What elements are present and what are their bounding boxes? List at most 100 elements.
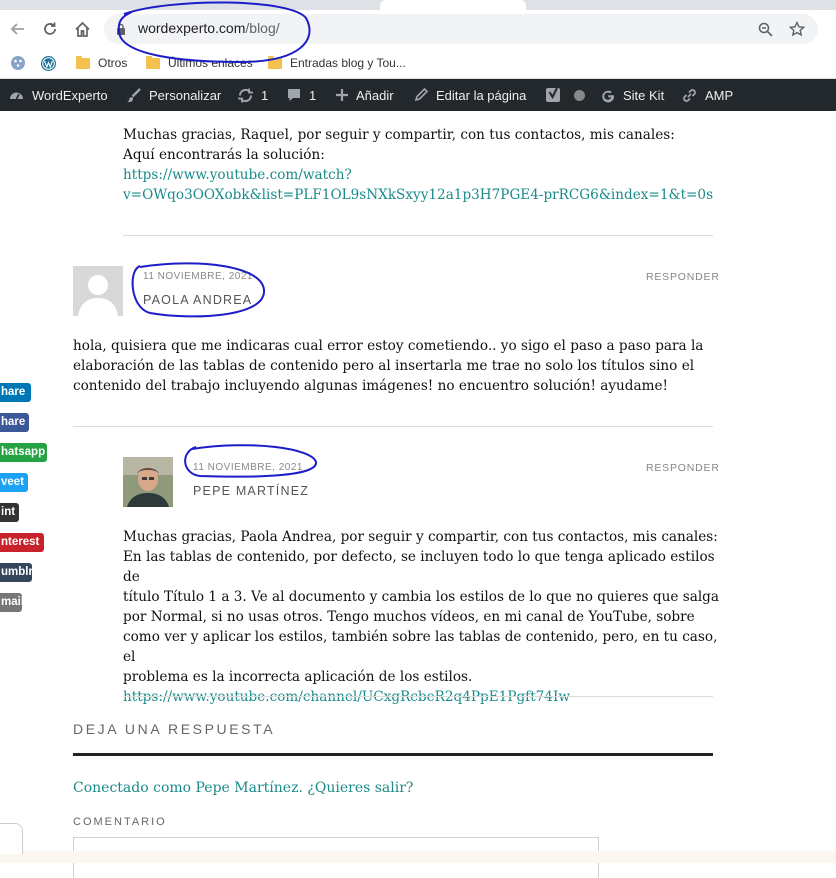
zoom-out-icon	[758, 22, 773, 37]
comment-line: título Título 1 a 3. Ve al documento y c…	[123, 589, 719, 605]
comment-line: Muchas gracias, Raquel, por seguir y com…	[123, 127, 675, 143]
comment-line: por Normal, si no usas otros. Tengo much…	[123, 609, 695, 625]
home-button[interactable]	[68, 15, 96, 43]
admin-add-new[interactable]: Añadir	[335, 79, 394, 111]
arrow-left-icon	[10, 23, 24, 35]
admin-comments[interactable]: 1	[286, 79, 316, 111]
corner-tab[interactable]	[0, 823, 23, 854]
admin-item-label: Añadir	[356, 87, 394, 103]
avatar	[73, 266, 123, 316]
comment-line: contenido del trabajo incluyendo algunas…	[73, 378, 668, 394]
yoast-seo-icon	[546, 87, 560, 102]
page-content: Muchas gracias, Raquel, por seguir y com…	[0, 111, 836, 878]
comment-divider	[73, 426, 713, 427]
avatar	[123, 457, 173, 507]
home-icon	[74, 21, 90, 37]
comment-body-first-reply: Muchas gracias, Raquel, por seguir y com…	[123, 125, 723, 205]
share-button[interactable]: mail	[0, 593, 22, 612]
bookmark-folder-ultimos[interactable]: Últimos enlaces	[146, 53, 253, 73]
bookmark-folder-entradas[interactable]: Entradas blog y Tou...	[268, 53, 406, 73]
reply-button[interactable]: RESPONDER	[646, 271, 720, 283]
comment-bubble-icon	[288, 89, 300, 101]
reload-icon	[44, 22, 56, 35]
address-bar[interactable]: wordexperto.com/blog/	[104, 14, 818, 44]
share-button[interactable]: hare	[0, 383, 31, 402]
logout-link[interactable]: ¿Quieres salir?	[307, 780, 413, 796]
star-icon	[789, 21, 805, 37]
comment-line: problema es la incorrecta aplicación de …	[123, 669, 473, 685]
heading-underline	[73, 753, 713, 756]
comment-divider	[123, 696, 713, 697]
comment-author: PEPE MARTÍNEZ	[193, 484, 310, 498]
comment-date: 11 NOVIEMBRE, 2021	[193, 462, 303, 473]
wp-admin-bar: WordExperto Personalizar 1 1 Añadir Edit…	[0, 79, 836, 111]
paintbrush-icon	[127, 88, 141, 103]
link-line: https://www.youtube.com/watch?	[123, 167, 352, 183]
admin-updates[interactable]: 1	[237, 79, 268, 111]
youtube-channel-link[interactable]: https://www.youtube.com/channel/UCxgRcbe…	[123, 687, 723, 707]
bookmark-label: Entradas blog y Tou...	[290, 56, 406, 70]
lock-icon	[117, 23, 125, 35]
wordpress-icon	[41, 55, 56, 71]
pencil-icon	[414, 87, 429, 102]
comment-divider	[123, 235, 713, 236]
profile-link[interactable]: Conectado como Pepe Martínez.	[73, 780, 303, 796]
bottom-strip	[0, 851, 836, 863]
link-line: v=OWqo3OOXobk&list=PLF1OL9sNXkSxyy12a1p3…	[123, 187, 714, 203]
google-g-icon	[602, 90, 615, 103]
default-user-icon	[78, 275, 118, 316]
logged-in-notice: Conectado como Pepe Martínez. ¿Quieres s…	[73, 778, 413, 798]
share-button[interactable]: veet	[0, 473, 28, 492]
bookmark-label: Otros	[98, 56, 128, 70]
browser-toolbar: wordexperto.com/blog/	[0, 10, 836, 48]
folder-icon	[268, 55, 282, 69]
comment-body-pepe: Muchas gracias, Paola Andrea, por seguir…	[123, 527, 723, 707]
zoom-button[interactable]	[754, 18, 776, 40]
bookmark-apps[interactable]	[10, 53, 26, 73]
url-path: /blog/	[245, 20, 280, 36]
dashboard-gauge-icon	[10, 92, 23, 99]
share-button[interactable]: hatsapp	[0, 443, 47, 462]
link-chain-icon	[683, 88, 696, 102]
comments-count: 1	[309, 87, 317, 103]
reload-button[interactable]	[36, 15, 64, 43]
admin-amp[interactable]: AMP	[681, 79, 733, 111]
bookmark-label: Últimos enlaces	[168, 56, 253, 70]
admin-customize[interactable]: Personalizar	[126, 79, 221, 111]
comment-date: 11 NOVIEMBRE, 2021	[143, 271, 253, 282]
reply-button[interactable]: RESPONDER	[646, 462, 720, 474]
youtube-watch-link[interactable]: https://www.youtube.com/watch? v=OWqo3OO…	[123, 165, 723, 205]
bookmark-folder-otros[interactable]: Otros	[76, 53, 127, 73]
comment-line: Aquí encontrarás la solución:	[123, 147, 325, 163]
url-text[interactable]: wordexperto.com/blog/	[138, 20, 280, 36]
admin-item-label: WordExperto	[32, 87, 108, 103]
active-tab[interactable]	[380, 0, 526, 10]
admin-site-name[interactable]: WordExperto	[8, 79, 108, 111]
comment-body-paola: hola, quisiera que me indicaras cual err…	[73, 336, 723, 396]
comment-line: Muchas gracias, Paola Andrea, por seguir…	[123, 529, 718, 545]
back-button[interactable]	[4, 15, 32, 43]
share-button[interactable]: umblr	[0, 563, 32, 582]
bookmark-wordpress[interactable]	[40, 53, 57, 73]
share-button[interactable]: hare	[0, 413, 29, 432]
update-icon	[238, 88, 253, 102]
admin-seo-status[interactable]	[574, 79, 585, 111]
admin-item-label: AMP	[705, 87, 734, 103]
bookmarks-bar: Otros Últimos enlaces Entradas blog y To…	[0, 48, 836, 79]
bookmark-star-button[interactable]	[786, 18, 808, 40]
share-button[interactable]: nterest	[0, 533, 44, 552]
comment-author: PAOLA ANDREA	[143, 293, 253, 307]
admin-item-label: Personalizar	[149, 87, 222, 103]
comment-line: elaboración de las tablas de contenido p…	[73, 358, 695, 374]
comment-field-label: COMENTARIO	[73, 816, 167, 828]
share-button[interactable]: int	[0, 503, 19, 522]
admin-item-label: Editar la página	[436, 87, 527, 103]
comment-line: como ver y aplicar los estilos, también …	[123, 629, 718, 665]
comment-line: hola, quisiera que me indicaras cual err…	[73, 338, 704, 354]
url-domain: wordexperto.com	[138, 20, 246, 36]
admin-site-kit[interactable]: Site Kit	[600, 79, 664, 111]
status-dot-icon	[574, 89, 585, 101]
admin-edit-page[interactable]: Editar la página	[413, 79, 526, 111]
comment-line: En las tablas de contenido, por defecto,…	[123, 549, 715, 585]
admin-yoast[interactable]	[545, 79, 570, 111]
